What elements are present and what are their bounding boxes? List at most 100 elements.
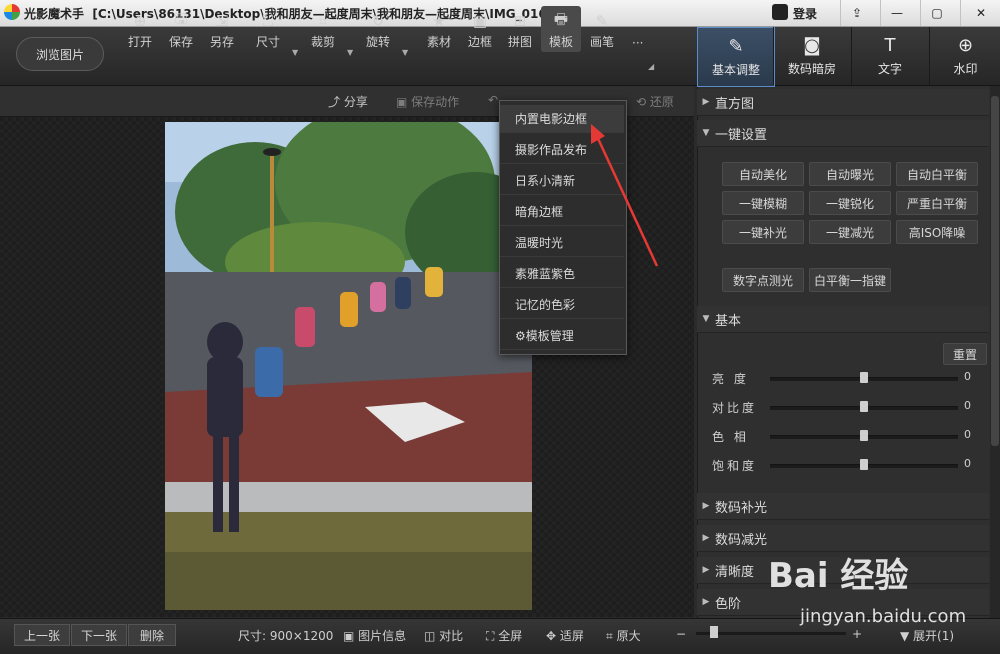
adjust-slider-thumb[interactable] (860, 372, 868, 383)
tool-dropdown-icon[interactable]: ▼ (347, 48, 355, 57)
slider-value: 0 (964, 370, 971, 383)
slider-label: 对比度 (712, 401, 758, 415)
tool-label: 画笔 (589, 35, 614, 49)
original-size-button[interactable]: ⌗ 原大 (606, 627, 641, 644)
tool-crop[interactable]: ⌗ 裁剪 (303, 6, 343, 52)
more-tools-icon[interactable]: ··· (632, 36, 643, 50)
collage-icon: ⊞ (513, 12, 527, 30)
tool-save[interactable]: 🖫 保存 (161, 6, 201, 52)
fit-label: 适屏 (559, 629, 584, 643)
expand-button[interactable]: ▼ 展开(1) (900, 627, 954, 644)
expanded-arrow-icon: ▼ (702, 128, 710, 138)
share-button[interactable]: ⤴ 分享 (328, 93, 368, 110)
section-basic[interactable]: ▼ 基本 (697, 306, 989, 333)
app-logo-icon (4, 4, 20, 20)
quick-adjust-button[interactable]: 自动美化 (722, 162, 804, 186)
template-menu-item[interactable]: 记忆的色彩 (500, 291, 624, 319)
quick-adjust-button[interactable]: 高ISO降噪 (896, 220, 978, 244)
tool-save-as[interactable]: ⇲ 另存 (202, 6, 242, 52)
delete-button[interactable]: 删除 (128, 624, 176, 646)
section-label: 基本 (715, 313, 742, 329)
adjust-slider-thumb[interactable] (860, 401, 868, 412)
resize-icon: ⛶ (262, 12, 274, 30)
template-menu-label: 暗角边框 (515, 205, 564, 219)
photo-preview[interactable] (165, 122, 532, 610)
slider-label: 色 相 (712, 430, 749, 444)
template-menu-label: 记忆的色彩 (515, 298, 576, 312)
save-action-button[interactable]: ▣ 保存动作 (396, 93, 459, 110)
tool-open[interactable]: ⊕ 打开 (120, 6, 160, 52)
quick-adjust-button[interactable]: 数字点测光 (722, 268, 804, 292)
login-icon[interactable] (772, 4, 788, 20)
compare-button[interactable]: ◫ 对比 (424, 627, 463, 644)
close-button[interactable]: ✕ (960, 0, 1000, 26)
fullscreen-button[interactable]: ⛶ 全屏 (486, 627, 522, 644)
skin-button[interactable]: ⇪ (840, 0, 873, 26)
section-collapsed[interactable]: ▶ 数码补光 (697, 493, 989, 520)
tab-label: 水印 (953, 62, 978, 76)
tool-label: 拼图 (507, 35, 532, 49)
panel-scroll-thumb[interactable] (991, 96, 999, 446)
tool-material[interactable]: ★ 素材 (419, 6, 459, 52)
more-tools-arrow-icon[interactable]: ◢ (648, 62, 654, 71)
tool-template[interactable]: 🖶 模板 (541, 6, 581, 52)
tool-brush[interactable]: ✎ 画笔 (582, 6, 622, 52)
reset-button[interactable]: 重置 (943, 343, 987, 365)
zoom-slider-track[interactable] (696, 632, 846, 635)
browse-images-button[interactable]: 浏览图片 (16, 37, 104, 71)
tool-rotate[interactable]: ↻ 旋转 (358, 6, 398, 52)
fullscreen-label: 全屏 (498, 629, 523, 643)
undo-icon[interactable]: ↶ (488, 93, 498, 107)
zoom-out-button[interactable]: − (676, 627, 686, 641)
zoom-slider-thumb[interactable] (710, 626, 718, 638)
section-one-click[interactable]: ▼ 一键设置 (697, 120, 989, 147)
template-menu-label: 摄影作品发布 (515, 143, 588, 157)
annotation-arrow (591, 124, 659, 267)
section-label: 数码补光 (715, 500, 768, 516)
section-histogram[interactable]: ▶ 直方图 (697, 89, 989, 116)
quick-adjust-button[interactable]: 自动白平衡 (896, 162, 978, 186)
text-icon: T (884, 35, 896, 56)
tab-watermark[interactable]: ⊕ 水印 (929, 27, 1000, 85)
quick-adjust-button[interactable]: 一键模糊 (722, 191, 804, 215)
slider-label: 亮 度 (712, 372, 749, 386)
expanded-arrow-icon: ▼ (702, 314, 710, 324)
fullscreen-icon: ⛶ (486, 629, 499, 643)
tool-label: 模板 (548, 35, 573, 49)
tool-label: 尺寸 (255, 35, 280, 49)
quick-adjust-button[interactable]: 一键补光 (722, 220, 804, 244)
tool-dropdown-icon[interactable]: ▼ (402, 48, 410, 57)
template-manage-icon: ⚙ (515, 328, 526, 343)
prev-image-button[interactable]: 上一张 (14, 624, 70, 646)
tab-adjust[interactable]: ✎ 基本调整 (697, 27, 775, 87)
share-label: 分享 (343, 95, 368, 109)
fit-screen-button[interactable]: ✥ 适屏 (546, 627, 584, 644)
quick-adjust-button[interactable]: 自动曝光 (809, 162, 891, 186)
minimize-button[interactable]: — (880, 0, 913, 26)
image-info-button[interactable]: ▣ 图片信息 (343, 627, 406, 644)
quick-adjust-button[interactable]: 一键减光 (809, 220, 891, 244)
template-menu-label: 素雅蓝紫色 (515, 267, 576, 281)
maximize-button[interactable]: ▢ (920, 0, 953, 26)
quick-adjust-button[interactable]: 一键锐化 (809, 191, 891, 215)
section-label: 数码减光 (715, 532, 768, 548)
tab-camera[interactable]: ◙ 数码暗房 (773, 27, 850, 85)
tab-text[interactable]: T 文字 (851, 27, 928, 85)
login-button[interactable]: 登录 (793, 5, 817, 22)
restore-button[interactable]: ⟲ 还原 (636, 93, 674, 110)
quick-adjust-button[interactable]: 白平衡一指键 (809, 268, 891, 292)
next-image-button[interactable]: 下一张 (71, 624, 127, 646)
adjust-slider-thumb[interactable] (860, 459, 868, 470)
tool-resize[interactable]: ⛶ 尺寸 (248, 6, 288, 52)
zoom-in-button[interactable]: + (852, 627, 862, 641)
tool-dropdown-icon[interactable]: ▼ (292, 48, 300, 57)
brush-icon: ✎ (595, 12, 609, 30)
tool-collage[interactable]: ⊞ 拼图 (500, 6, 540, 52)
template-menu-label: 模板管理 (525, 329, 574, 343)
adjust-slider-thumb[interactable] (860, 430, 868, 441)
quick-adjust-button[interactable]: 严重白平衡 (896, 191, 978, 215)
tab-label: 基本调整 (711, 63, 760, 77)
save-icon: 🖫 (174, 9, 188, 28)
template-menu-item[interactable]: ⚙ 模板管理 (500, 322, 624, 350)
tool-frame[interactable]: ▣ 边框 (460, 6, 500, 52)
